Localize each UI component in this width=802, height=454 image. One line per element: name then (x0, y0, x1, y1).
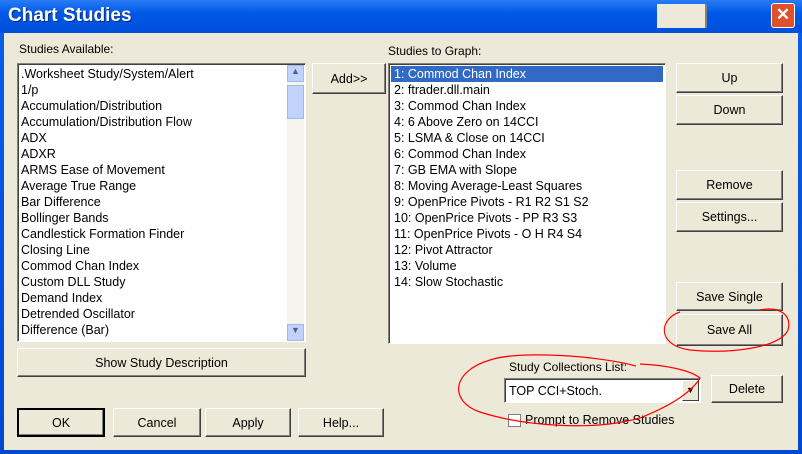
graph-study-item[interactable]: 3: Commod Chan Index (391, 98, 663, 114)
available-study-item[interactable]: Accumulation/Distribution Flow (18, 114, 305, 130)
graph-study-item[interactable]: 10: OpenPrice Pivots - PP R3 S3 (391, 210, 663, 226)
available-study-item[interactable]: .Worksheet Study/System/Alert (18, 66, 305, 82)
apply-button[interactable]: Apply (205, 408, 291, 437)
available-study-item[interactable]: Demand Index (18, 290, 305, 306)
graph-study-item[interactable]: 13: Volume (391, 258, 663, 274)
available-study-item[interactable]: 1/p (18, 82, 305, 98)
graph-study-item[interactable]: 7: GB EMA with Slope (391, 162, 663, 178)
up-button[interactable]: Up (676, 63, 783, 93)
add-button[interactable]: Add>> (312, 63, 386, 94)
save-all-button[interactable]: Save All (676, 314, 783, 346)
scroll-up-icon[interactable]: ▲ (287, 65, 304, 82)
graph-study-item[interactable]: 11: OpenPrice Pivots - O H R4 S4 (391, 226, 663, 242)
available-study-item[interactable]: Custom DLL Study (18, 274, 305, 290)
available-study-item[interactable]: Candlestick Formation Finder (18, 226, 305, 242)
window-title: Chart Studies (8, 5, 132, 26)
graph-study-item[interactable]: 8: Moving Average-Least Squares (391, 178, 663, 194)
graph-study-item[interactable]: 2: ftrader.dll.main (391, 82, 663, 98)
available-study-item[interactable]: Bollinger Bands (18, 210, 305, 226)
title-blank-box (657, 4, 707, 28)
dropdown-arrow-icon[interactable]: ▼ (682, 380, 699, 401)
available-study-item[interactable]: Closing Line (18, 242, 305, 258)
available-study-item[interactable]: ADX (18, 130, 305, 146)
available-study-item[interactable]: ARMS Ease of Movement (18, 162, 305, 178)
available-study-item[interactable]: ADXR (18, 146, 305, 162)
cancel-button[interactable]: Cancel (113, 408, 201, 437)
title-bar: Chart Studies ✕ (0, 0, 802, 33)
graph-study-item[interactable]: 6: Commod Chan Index (391, 146, 663, 162)
chart-studies-dialog: Chart Studies ✕ Studies Available: .Work… (0, 0, 802, 454)
help-button[interactable]: Help... (298, 408, 384, 437)
graph-study-item[interactable]: 1: Commod Chan Index (391, 66, 663, 82)
studies-to-graph-label: Studies to Graph: (388, 44, 482, 58)
graph-study-item[interactable]: 5: LSMA & Close on 14CCI (391, 130, 663, 146)
scrollbar[interactable]: ▲ ▼ (287, 65, 304, 341)
available-study-item[interactable]: Bar Difference (18, 194, 305, 210)
available-study-item[interactable]: Difference (Bar) (18, 322, 305, 338)
save-single-button[interactable]: Save Single (676, 282, 783, 311)
available-study-item[interactable]: Accumulation/Distribution (18, 98, 305, 114)
study-collections-combo[interactable]: TOP CCI+Stoch. ▼ (504, 378, 701, 403)
close-icon[interactable]: ✕ (771, 3, 795, 28)
scroll-down-icon[interactable]: ▼ (287, 324, 304, 341)
combo-value: TOP CCI+Stoch. (509, 384, 602, 398)
studies-to-graph-list[interactable]: 1: Commod Chan Index 2: ftrader.dll.main 3… (388, 63, 666, 344)
settings-button[interactable]: Settings... (676, 202, 783, 232)
graph-study-item[interactable]: 4: 6 Above Zero on 14CCI (391, 114, 663, 130)
available-study-item[interactable]: Commod Chan Index (18, 258, 305, 274)
available-study-item[interactable]: Detrended Oscillator (18, 306, 305, 322)
available-study-item[interactable]: Average True Range (18, 178, 305, 194)
scroll-thumb[interactable] (287, 85, 304, 119)
studies-available-label: Studies Available: (19, 42, 114, 56)
studies-available-list[interactable]: .Worksheet Study/System/Alert 1/p Accumula… (17, 63, 306, 342)
ok-button[interactable]: OK (17, 408, 105, 437)
remove-button[interactable]: Remove (676, 170, 783, 200)
down-button[interactable]: Down (676, 95, 783, 125)
graph-study-item[interactable]: 14: Slow Stochastic (391, 274, 663, 290)
graph-study-item[interactable]: 12: Pivot Attractor (391, 242, 663, 258)
graph-study-item[interactable]: 9: OpenPrice Pivots - R1 R2 S1 S2 (391, 194, 663, 210)
study-collections-label: Study Collections List: (509, 360, 628, 374)
delete-button[interactable]: Delete (711, 375, 783, 403)
show-study-description-button[interactable]: Show Study Description (17, 348, 306, 377)
prompt-remove-checkbox[interactable] (508, 414, 521, 427)
prompt-remove-label: Prompt to Remove Studies (525, 413, 675, 427)
